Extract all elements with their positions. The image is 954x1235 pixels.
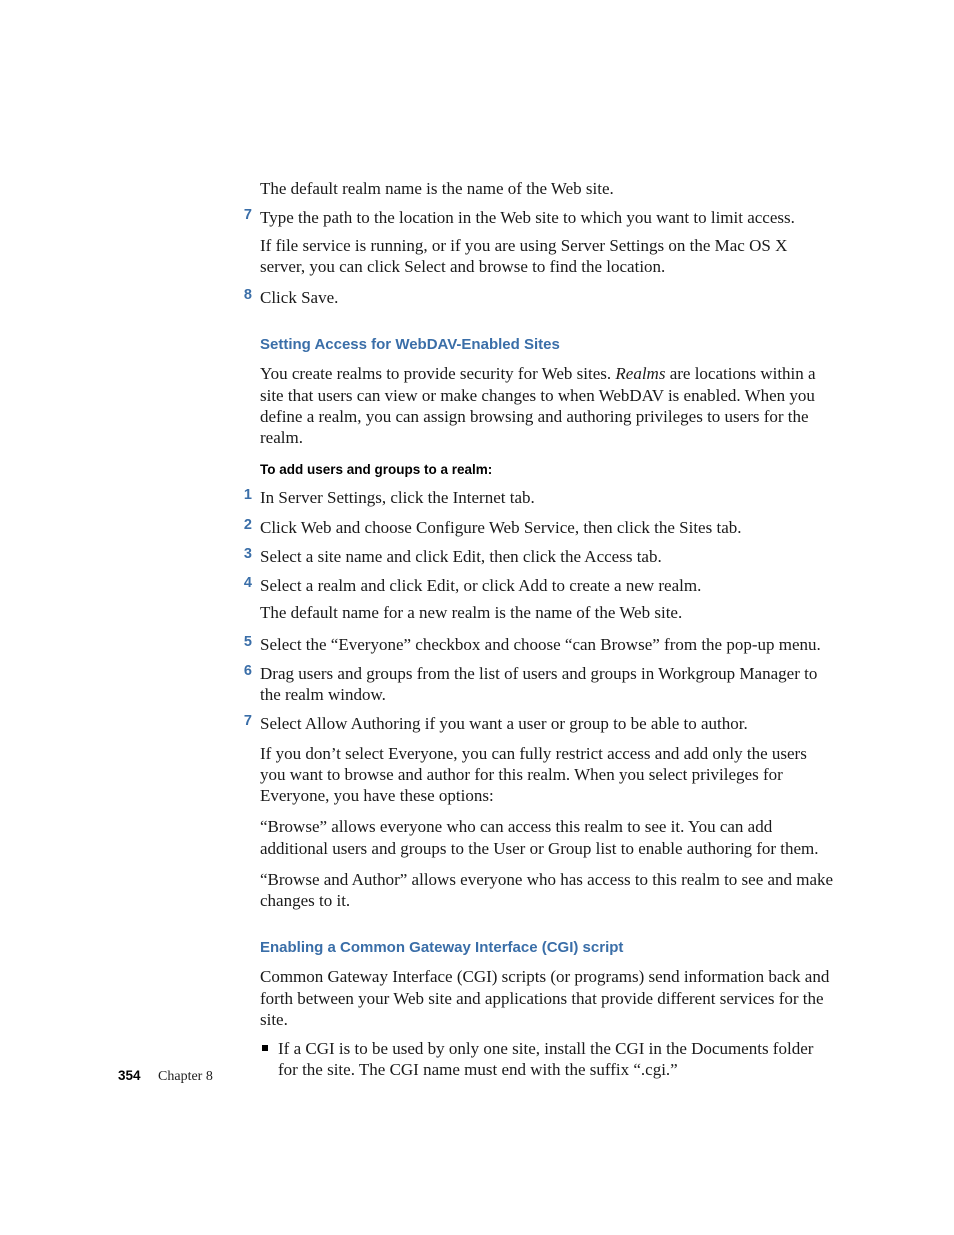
page-footer: 354 Chapter 8 — [118, 1068, 213, 1085]
trailing-paragraph-3: “Browse and Author” allows everyone who … — [260, 869, 834, 912]
step-4: 4 Select a realm and click Edit, or clic… — [260, 575, 834, 624]
step-number: 7 — [232, 207, 252, 223]
step-text: Select the “Everyone” checkbox and choos… — [260, 634, 834, 655]
step-text: Type the path to the location in the Web… — [260, 207, 834, 228]
trailing-paragraph-2: “Browse” allows everyone who can access … — [260, 816, 834, 859]
trailing-paragraph-1: If you don’t select Everyone, you can fu… — [260, 743, 834, 807]
section1-paragraph: You create realms to provide security fo… — [260, 363, 834, 448]
step-number: 2 — [232, 517, 252, 533]
step-number: 1 — [232, 487, 252, 503]
subheading-add-users: To add users and groups to a realm: — [260, 462, 834, 477]
bullet-text: If a CGI is to be used by only one site,… — [278, 1038, 834, 1081]
page-number: 354 — [118, 1068, 141, 1083]
section1-p1-em: Realms — [615, 364, 665, 383]
step-1: 1 In Server Settings, click the Internet… — [260, 487, 834, 508]
step-2: 2 Click Web and choose Configure Web Ser… — [260, 517, 834, 538]
step-text: Drag users and groups from the list of u… — [260, 663, 834, 706]
step-6: 6 Drag users and groups from the list of… — [260, 663, 834, 706]
step-number: 3 — [232, 546, 252, 562]
section-heading-webdav: Setting Access for WebDAV-Enabled Sites — [260, 336, 834, 353]
step-text: Select a site name and click Edit, then … — [260, 546, 834, 567]
step-8-top: 8 Click Save. — [260, 287, 834, 308]
intro-paragraph: The default realm name is the name of th… — [260, 178, 834, 199]
section-heading-cgi: Enabling a Common Gateway Interface (CGI… — [260, 939, 834, 956]
section1-p1a: You create realms to provide security fo… — [260, 364, 615, 383]
step-text: In Server Settings, click the Internet t… — [260, 487, 834, 508]
document-page: The default realm name is the name of th… — [0, 0, 954, 1235]
chapter-label: Chapter 8 — [158, 1069, 213, 1084]
step-number: 7 — [232, 713, 252, 729]
step-number: 6 — [232, 663, 252, 679]
step-after-text: If file service is running, or if you ar… — [260, 235, 834, 278]
bullet-item-1: If a CGI is to be used by only one site,… — [260, 1038, 834, 1081]
step-text: Select a realm and click Edit, or click … — [260, 575, 834, 596]
step-after-text: The default name for a new realm is the … — [260, 602, 834, 623]
step-number: 8 — [232, 287, 252, 303]
step-5: 5 Select the “Everyone” checkbox and cho… — [260, 634, 834, 655]
step-text: Select Allow Authoring if you want a use… — [260, 713, 834, 734]
step-7-top: 7 Type the path to the location in the W… — [260, 207, 834, 277]
step-text: Click Web and choose Configure Web Servi… — [260, 517, 834, 538]
step-text: Click Save. — [260, 287, 834, 308]
step-number: 4 — [232, 575, 252, 591]
step-7: 7 Select Allow Authoring if you want a u… — [260, 713, 834, 734]
step-number: 5 — [232, 634, 252, 650]
step-3: 3 Select a site name and click Edit, the… — [260, 546, 834, 567]
section2-paragraph: Common Gateway Interface (CGI) scripts (… — [260, 966, 834, 1030]
